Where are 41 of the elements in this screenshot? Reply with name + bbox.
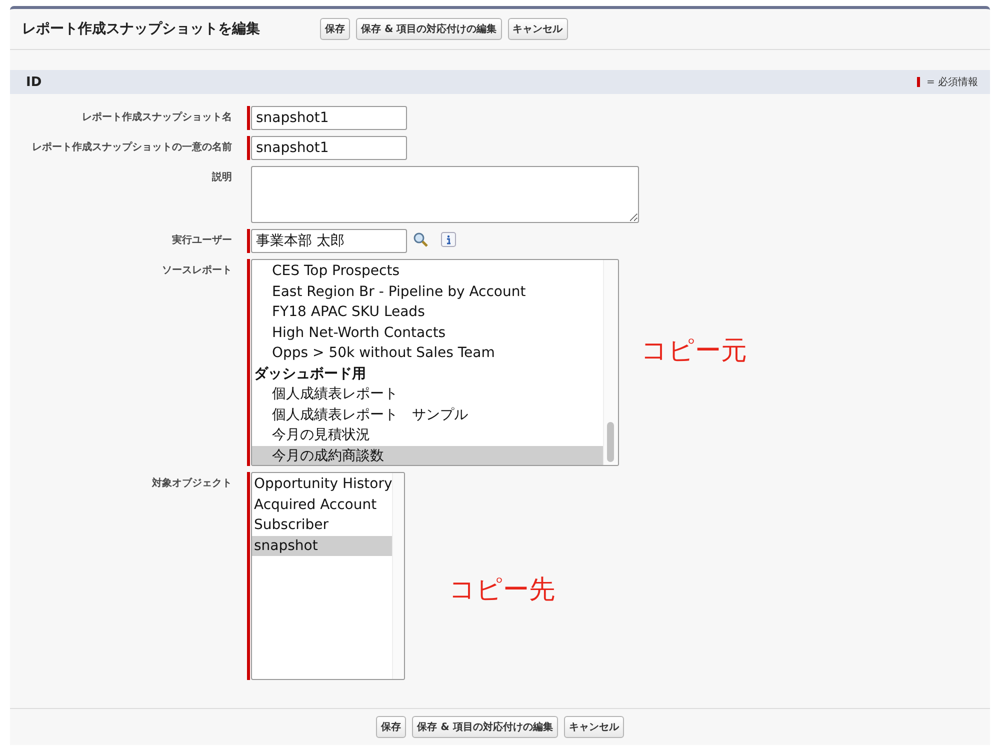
page-title: レポート作成スナップショットを編集	[22, 20, 261, 38]
field-label: レポート作成スナップショット名	[81, 110, 233, 124]
text-field[interactable]: 事業本部 太郎	[251, 229, 407, 253]
scrollbar-thumb[interactable]	[607, 422, 614, 462]
info-icon[interactable]	[441, 232, 456, 247]
description-field[interactable]	[251, 166, 639, 223]
annotation-text: コピー先	[449, 574, 555, 607]
field-label: ソースレポート	[161, 264, 233, 277]
toolbar-button[interactable]: 保存 & 項目の対応付けの編集	[356, 18, 502, 40]
list-option[interactable]: High Net-Worth Contacts	[252, 322, 603, 343]
list-option[interactable]: 個人成績表レポート サンプル	[252, 404, 603, 425]
toolbar-button[interactable]: 保存	[376, 716, 406, 738]
list-option[interactable]: Opportunity History	[252, 474, 392, 494]
list-option[interactable]: 今月の見積状況	[252, 425, 603, 446]
list-option[interactable]: Subscriber	[252, 515, 392, 536]
text-field[interactable]: snapshot1	[251, 136, 407, 160]
list-option[interactable]: Opps > 50k without Sales Team	[252, 343, 603, 364]
list-option[interactable]: FY18 APAC SKU Leads	[252, 302, 603, 322]
field-label: 実行ユーザー	[171, 233, 233, 247]
annotation-text: コピー元	[641, 335, 747, 368]
list-box[interactable]: Opportunity History Acquired Account Subscriber snapshot	[251, 472, 405, 680]
required-marker	[917, 77, 920, 87]
group-heading: ダッシュボード用	[253, 364, 367, 384]
field-label: 対象オブジェクト	[150, 476, 233, 490]
list-box[interactable]: CES Top Prospects East Region Br - Pipeline by Account FY18 APAC SKU Leads High Net-Worth Contacts Opps > 50k without Sales Team ダッシュボード用 個人成績表レポート 個人成績表レポート サンプル 今月の見積状況 今月の成約商談数	[251, 259, 619, 466]
list-option[interactable]: 個人成績表レポート	[252, 384, 603, 404]
list-option[interactable]: CES Top Prospects	[252, 261, 603, 282]
list-option[interactable]: East Region Br - Pipeline by Account	[252, 282, 603, 302]
list-option[interactable]: snapshot	[252, 536, 392, 556]
field-label: 説明	[210, 170, 233, 184]
legend-text: = 必須情報	[926, 76, 978, 89]
toolbar-button[interactable]: キャンセル	[508, 18, 568, 40]
search-icon[interactable]	[413, 232, 429, 248]
toolbar-button[interactable]: キャンセル	[564, 716, 624, 738]
text-field[interactable]: snapshot1	[251, 106, 407, 130]
list-option[interactable]: 今月の成約商談数	[252, 446, 603, 465]
field-label: レポート作成スナップショットの一意の名前	[31, 140, 233, 154]
section-title: ID	[26, 74, 42, 90]
toolbar-button[interactable]: 保存 & 項目の対応付けの編集	[412, 716, 558, 738]
list-option[interactable]: Acquired Account	[252, 494, 392, 515]
toolbar-button[interactable]: 保存	[320, 18, 350, 40]
